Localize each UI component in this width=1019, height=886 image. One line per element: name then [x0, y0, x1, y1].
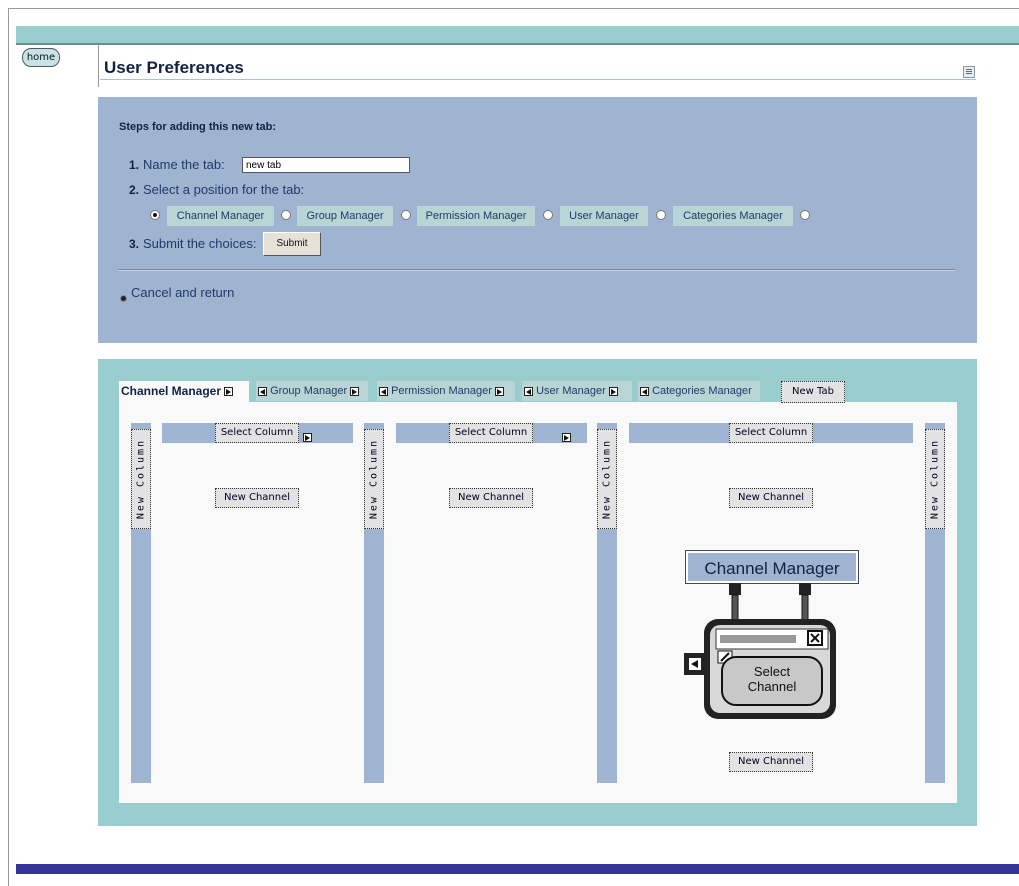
select-channel-label: Select Channel	[747, 664, 797, 694]
position-radio-4[interactable]	[543, 210, 553, 220]
tab-label: User Manager	[536, 385, 606, 397]
top-banner	[16, 26, 1019, 43]
title-underline	[100, 79, 976, 80]
position-radio-1[interactable]	[150, 210, 160, 220]
step-2: 2. Select a position for the tab:	[129, 182, 304, 197]
position-radio-6[interactable]	[800, 210, 810, 220]
tab-permission-manager[interactable]: Permission Manager	[377, 381, 515, 401]
move-right-icon[interactable]	[608, 386, 618, 396]
position-chip-channel-manager: Channel Manager	[167, 206, 274, 226]
new-column-strip-3: New Column	[597, 423, 617, 783]
new-column-strip-2: New Column	[364, 423, 384, 783]
print-icon[interactable]	[963, 66, 975, 78]
channel-card-graphic	[684, 583, 836, 719]
new-column-label: New Column	[929, 438, 941, 520]
new-tab-button[interactable]: New Tab	[781, 381, 845, 403]
new-channel-button[interactable]: New Channel	[449, 488, 533, 508]
tab-channel-manager[interactable]: Channel Manager	[119, 381, 249, 403]
position-chip-group-manager: Group Manager	[297, 206, 393, 226]
position-radio-5[interactable]	[656, 210, 666, 220]
steps-heading: Steps for adding this new tab:	[119, 121, 277, 133]
move-left-icon[interactable]	[524, 386, 533, 396]
channel-manager-card-title: Channel Manager	[685, 550, 859, 584]
new-column-strip-4: New Column	[925, 423, 945, 783]
tab-categories-manager[interactable]: Categories Manager	[638, 381, 760, 401]
tab-user-manager[interactable]: User Manager	[522, 381, 632, 401]
new-column-label: New Column	[601, 438, 613, 520]
position-chip-categories-manager: Categories Manager	[673, 206, 793, 226]
step-3: 3. Submit the choices:	[129, 236, 256, 251]
footer-bar	[16, 864, 1019, 874]
move-right-icon[interactable]	[224, 387, 234, 397]
tab-label: Permission Manager	[391, 385, 492, 397]
position-chip-user-manager: User Manager	[560, 206, 648, 226]
select-column-button[interactable]: Select Column	[449, 423, 533, 443]
tab-label: Categories Manager	[652, 385, 752, 397]
page-title: User Preferences	[104, 58, 244, 77]
step-2-label: Select a position for the tab:	[143, 182, 305, 197]
top-banner-rule	[16, 43, 1019, 45]
new-column-strip-1: New Column	[131, 423, 151, 783]
move-column-right-icon[interactable]	[303, 433, 312, 443]
select-channel-button[interactable]: Select Channel	[722, 664, 822, 694]
select-column-button[interactable]: Select Column	[729, 423, 813, 443]
position-radio-2[interactable]	[281, 210, 291, 220]
new-column-button[interactable]: New Column	[597, 429, 617, 529]
position-radio-3[interactable]	[401, 210, 411, 220]
home-button[interactable]: home	[22, 48, 60, 67]
window-left-border	[8, 8, 9, 886]
move-left-icon[interactable]	[379, 386, 388, 396]
move-left-icon[interactable]	[640, 386, 649, 396]
cancel-link[interactable]: Cancel and return	[131, 285, 234, 300]
move-left-icon[interactable]	[258, 386, 267, 396]
step-2-number: 2.	[129, 183, 140, 197]
window-top-border	[8, 8, 1019, 9]
tab-name-input[interactable]	[242, 157, 410, 173]
new-column-label: New Column	[368, 438, 380, 520]
step-1-label: Name the tab:	[143, 157, 225, 172]
submit-button[interactable]: Submit	[263, 232, 321, 256]
step-3-number: 3.	[129, 237, 140, 251]
step-1-number: 1.	[129, 158, 140, 172]
new-channel-button[interactable]: New Channel	[729, 752, 813, 772]
bullet-icon	[120, 295, 127, 302]
move-right-icon[interactable]	[350, 386, 360, 396]
step-1: 1. Name the tab:	[129, 157, 225, 172]
new-column-label: New Column	[135, 438, 147, 520]
new-channel-button[interactable]: New Channel	[215, 488, 299, 508]
position-chip-permission-manager: Permission Manager	[417, 206, 535, 226]
tab-label: Channel Manager	[121, 384, 222, 398]
tab-label: Group Manager	[270, 385, 348, 397]
left-column-divider	[98, 45, 99, 87]
new-channel-button[interactable]: New Channel	[729, 488, 813, 508]
new-column-button[interactable]: New Column	[925, 429, 945, 529]
move-right-icon[interactable]	[495, 386, 504, 396]
tab-group-manager[interactable]: Group Manager	[256, 381, 368, 401]
step-3-label: Submit the choices:	[143, 236, 257, 251]
select-column-button[interactable]: Select Column	[215, 423, 299, 443]
panel-divider	[118, 269, 955, 270]
new-column-button[interactable]: New Column	[364, 429, 384, 529]
new-column-button[interactable]: New Column	[131, 429, 151, 529]
move-column-right-icon[interactable]	[561, 433, 571, 443]
